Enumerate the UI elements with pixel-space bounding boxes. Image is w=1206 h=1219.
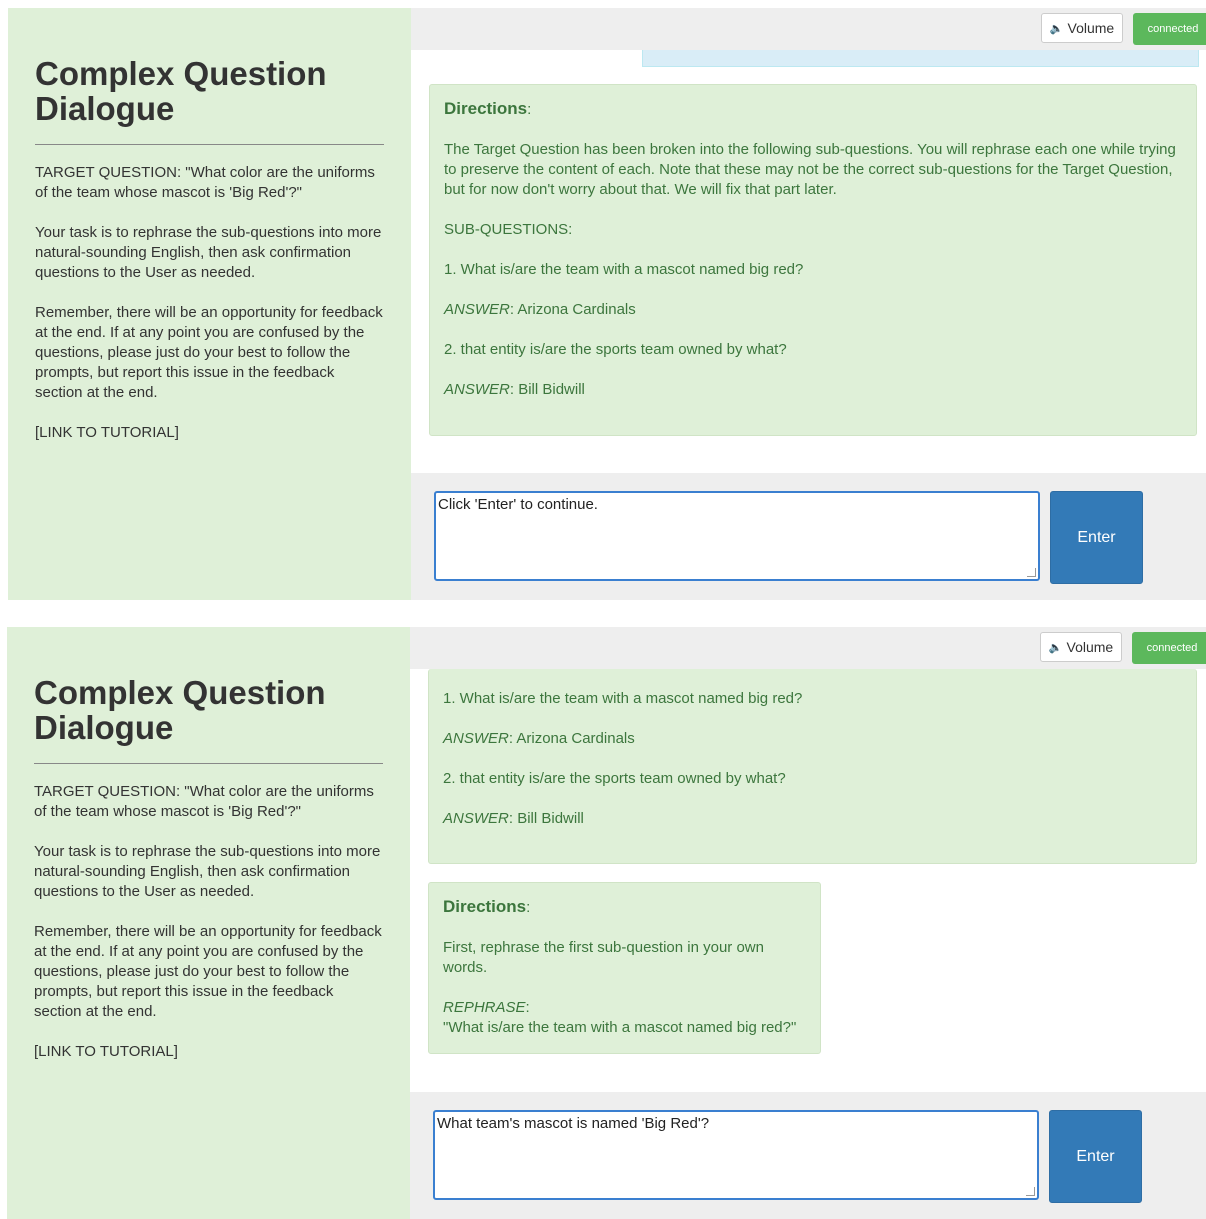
directions-intro: The Target Question has been broken into…	[444, 141, 1176, 198]
rephrase-text: "What is/are the team with a mascot name…	[443, 1019, 797, 1036]
answer-1: ANSWER: Arizona Cardinals	[444, 301, 636, 318]
volume-label: Volume	[1067, 20, 1115, 36]
rephrase-instruction: First, rephrase the first sub-question i…	[443, 939, 764, 976]
task-description: Your task is to rephrase the sub-questio…	[34, 843, 381, 900]
directions-heading: Directions	[444, 99, 528, 118]
subquestion-2: 2. that entity is/are the sports team ow…	[443, 770, 786, 787]
title-divider	[34, 763, 383, 764]
answer-2: ANSWER: Bill Bidwill	[443, 810, 584, 827]
subquestions-heading: SUB-QUESTIONS:	[444, 221, 573, 238]
subquestion-1: 1. What is/are the team with a mascot na…	[444, 261, 804, 278]
answer-label: ANSWER	[444, 301, 510, 318]
tutorial-link[interactable]: [LINK TO TUTORIAL]	[34, 1042, 383, 1062]
chat-input-value: Click 'Enter' to continue.	[438, 496, 598, 513]
tutorial-link[interactable]: [LINK TO TUTORIAL]	[35, 423, 384, 443]
answer-1-value: Arizona Cardinals	[517, 301, 636, 318]
directions-message: Directions: The Target Question has been…	[429, 84, 1197, 436]
volume-button[interactable]: 🔈 Volume	[1040, 632, 1122, 662]
volume-label: Volume	[1066, 639, 1114, 655]
answer-label: ANSWER	[444, 381, 510, 398]
previous-message-bubble	[642, 50, 1199, 67]
chat-input-value: What team's mascot is named 'Big Red'?	[437, 1115, 710, 1132]
rephrase-label: REPHRASE	[443, 999, 526, 1016]
screenshot-panel-2: Complex Question Dialogue TARGET QUESTIO…	[0, 627, 1206, 1219]
answer-2-value: Bill Bidwill	[518, 381, 585, 398]
chat-input[interactable]: What team's mascot is named 'Big Red'?	[433, 1110, 1039, 1200]
chat-area: 🔈 Volume connected Directions: The Targe…	[411, 8, 1206, 600]
connection-status-badge: connected	[1132, 632, 1206, 664]
target-question: TARGET QUESTION: "What color are the uni…	[35, 164, 375, 201]
answer-1-value: Arizona Cardinals	[516, 730, 635, 747]
answer-label: ANSWER	[443, 730, 509, 747]
title-divider	[35, 144, 384, 145]
top-toolbar: 🔈 Volume connected	[411, 8, 1206, 50]
rephrase-block: REPHRASE: "What is/are the team with a ma…	[443, 999, 797, 1036]
directions-message: Directions: First, rephrase the first su…	[428, 882, 821, 1054]
subquestion-1: 1. What is/are the team with a mascot na…	[443, 690, 803, 707]
answer-label: ANSWER	[443, 810, 509, 827]
task-description: Your task is to rephrase the sub-questio…	[35, 224, 382, 281]
page-title: Complex Question Dialogue	[34, 674, 326, 746]
target-question: TARGET QUESTION: "What color are the uni…	[34, 783, 374, 820]
feedback-reminder: Remember, there will be an opportunity f…	[35, 304, 383, 401]
top-toolbar: 🔈 Volume connected	[410, 627, 1206, 669]
resize-handle-icon[interactable]	[1027, 568, 1036, 577]
volume-button[interactable]: 🔈 Volume	[1041, 13, 1123, 43]
subquestion-2: 2. that entity is/are the sports team ow…	[444, 341, 787, 358]
page-title: Complex Question Dialogue	[35, 55, 327, 127]
speaker-icon: 🔈	[1048, 641, 1063, 654]
answer-1: ANSWER: Arizona Cardinals	[443, 730, 635, 747]
input-bar: What team's mascot is named 'Big Red'? E…	[410, 1092, 1206, 1219]
connection-status-badge: connected	[1133, 13, 1206, 45]
speaker-icon: 🔈	[1049, 22, 1064, 35]
resize-handle-icon[interactable]	[1026, 1187, 1035, 1196]
enter-button[interactable]: Enter	[1050, 491, 1143, 584]
input-bar: Click 'Enter' to continue. Enter	[411, 473, 1206, 600]
subquestions-message: 1. What is/are the team with a mascot na…	[428, 669, 1197, 864]
directions-heading: Directions	[443, 897, 527, 916]
feedback-reminder: Remember, there will be an opportunity f…	[34, 923, 382, 1020]
enter-button[interactable]: Enter	[1049, 1110, 1142, 1203]
chat-input[interactable]: Click 'Enter' to continue.	[434, 491, 1040, 581]
chat-area: 🔈 Volume connected 1. What is/are the te…	[410, 627, 1206, 1219]
instructions-sidebar: Complex Question Dialogue TARGET QUESTIO…	[8, 8, 411, 600]
screenshot-panel-1: Complex Question Dialogue TARGET QUESTIO…	[0, 8, 1206, 600]
instructions-sidebar: Complex Question Dialogue TARGET QUESTIO…	[7, 627, 410, 1219]
answer-2: ANSWER: Bill Bidwill	[444, 381, 585, 398]
answer-2-value: Bill Bidwill	[517, 810, 584, 827]
